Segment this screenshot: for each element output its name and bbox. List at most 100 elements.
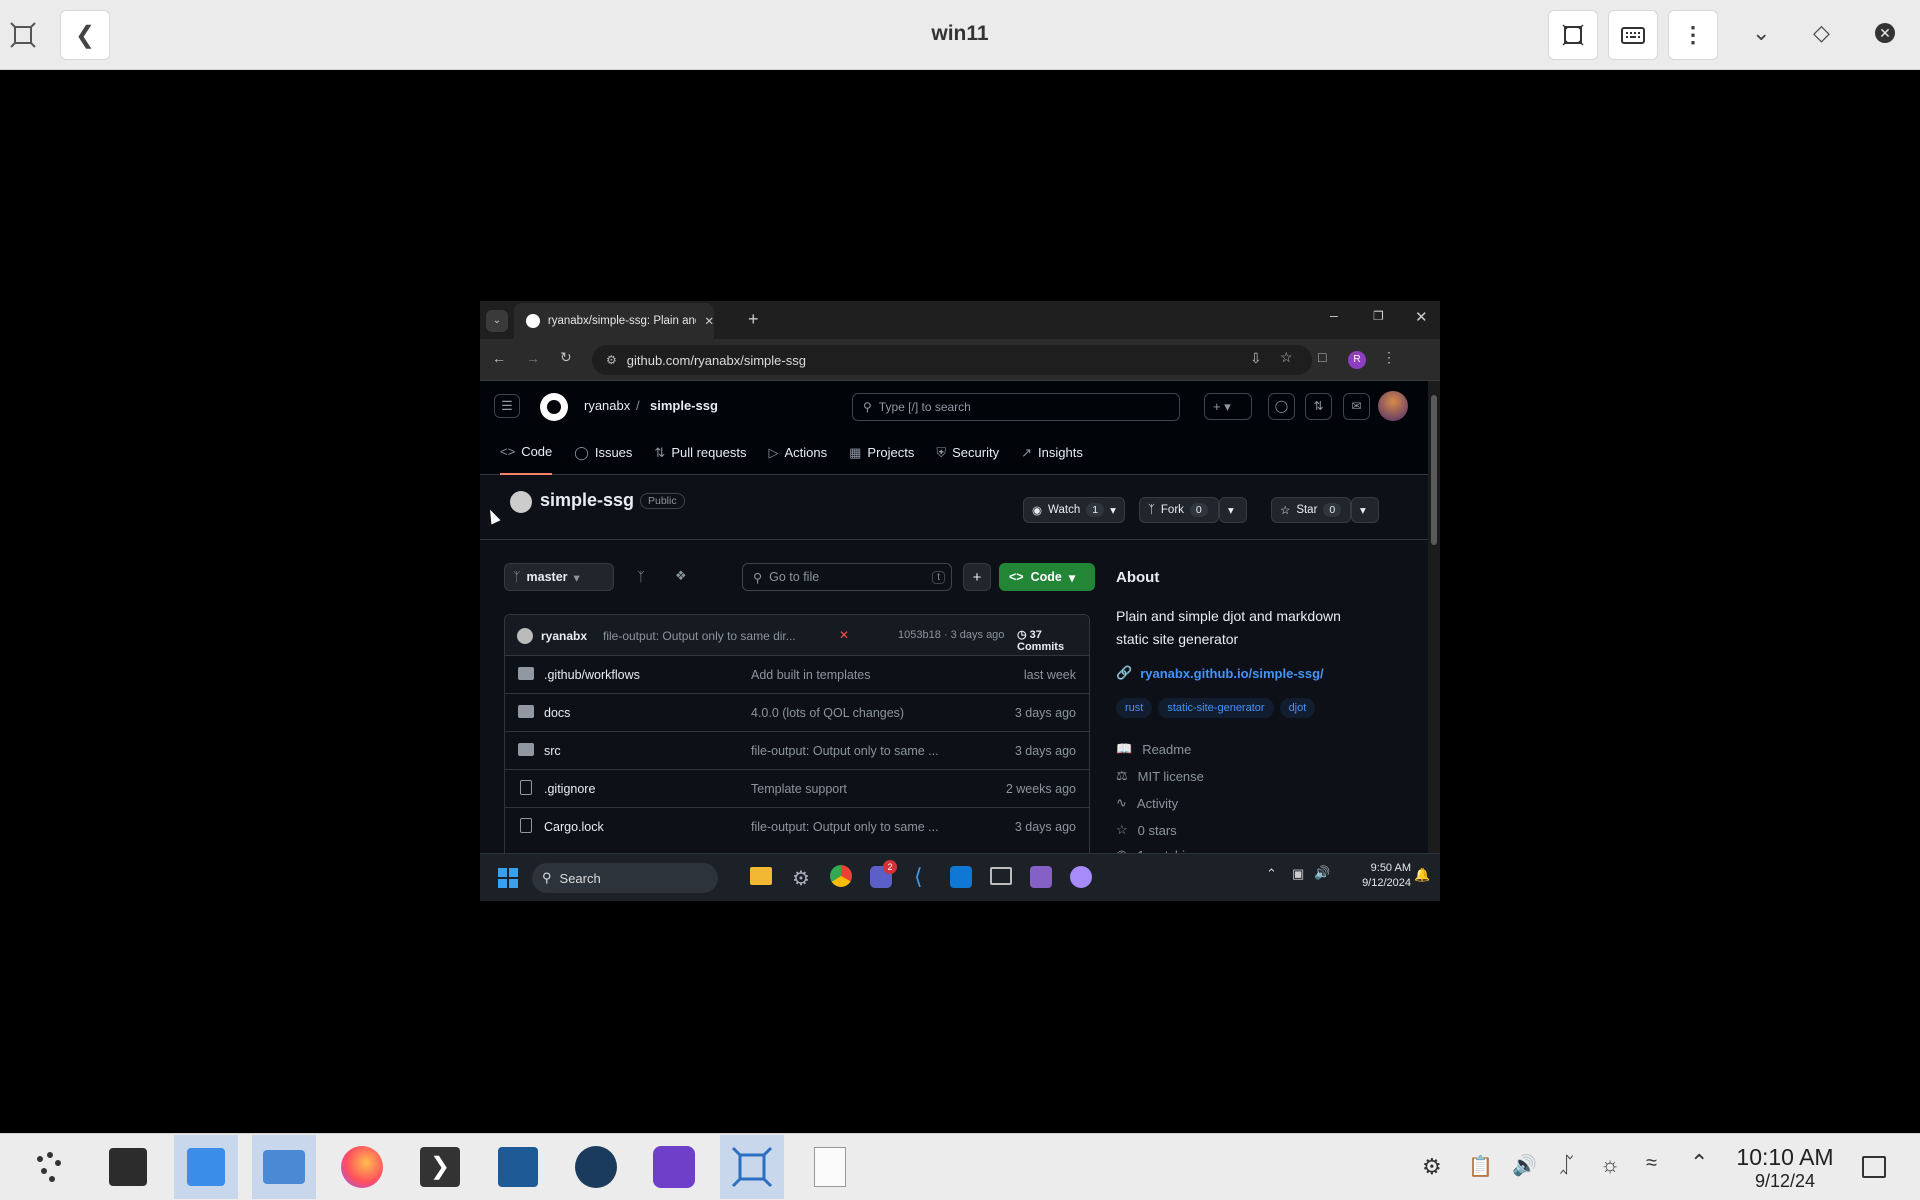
extensions-icon[interactable]: □ xyxy=(1318,349,1326,365)
code-button[interactable]: <> Code ▾ xyxy=(999,563,1095,591)
repo-link[interactable]: simple-ssg xyxy=(650,398,718,413)
readme-link[interactable]: 📖 Readme xyxy=(1116,741,1191,757)
file-commit-message[interactable]: Add built in templates xyxy=(751,668,871,682)
windows-start-icon[interactable] xyxy=(498,868,518,888)
commit-author[interactable]: ryanabx xyxy=(541,629,587,643)
tray-chevron-icon[interactable]: ⌃ xyxy=(1690,1150,1708,1176)
remote-viewer-icon[interactable] xyxy=(720,1135,784,1199)
volume-icon[interactable]: 🔊 xyxy=(1314,865,1330,881)
hamburger-icon[interactable]: ☰ xyxy=(494,394,520,418)
file-name[interactable]: src xyxy=(544,744,561,758)
tab-code[interactable]: <> Code xyxy=(500,431,553,475)
clipboard-icon[interactable]: 📋 xyxy=(1468,1154,1493,1179)
volume-icon[interactable]: 🔊 xyxy=(1512,1153,1537,1178)
settings-app-icon[interactable] xyxy=(96,1135,160,1199)
minimize-icon[interactable]: – xyxy=(1330,307,1338,323)
tab-projects[interactable]: ▦ Projects xyxy=(849,431,914,475)
bluetooth-icon[interactable]: ᛢ xyxy=(1560,1152,1573,1178)
tab-issues[interactable]: ◯ Issues xyxy=(574,431,632,475)
go-to-file-input[interactable]: ⚲ Go to file t xyxy=(742,563,952,591)
github-logo-icon[interactable] xyxy=(540,393,568,421)
keyboard-button[interactable] xyxy=(1608,10,1658,60)
nav-back-icon[interactable]: ← xyxy=(492,350,506,366)
add-file-button[interactable]: + xyxy=(963,563,991,591)
inbox-icon[interactable]: ✉ xyxy=(1343,393,1370,420)
commit-status-icon[interactable]: ✕ xyxy=(839,628,849,642)
github-desktop-icon[interactable] xyxy=(1070,866,1092,888)
file-name[interactable]: docs xyxy=(544,706,570,720)
vscode-icon[interactable]: ⟨ xyxy=(914,864,923,890)
profile-avatar[interactable]: R xyxy=(1348,351,1366,369)
taskbar-search[interactable]: ⚲ Search xyxy=(532,863,718,893)
pull-requests-icon[interactable]: ⇅ xyxy=(1305,393,1332,420)
window-close-icon[interactable]: ✕ xyxy=(1415,308,1428,326)
steam-icon[interactable] xyxy=(564,1135,628,1199)
host-time[interactable]: 10:10 AM xyxy=(1730,1144,1840,1171)
watch-button[interactable]: ◉ Watch 1 ▾ xyxy=(1023,497,1125,523)
tray-chevron-icon[interactable]: ⌃ xyxy=(1266,866,1277,882)
brightness-icon[interactable]: ☼ xyxy=(1600,1152,1620,1178)
taskbar-date[interactable]: 9/12/2024 xyxy=(1343,877,1411,889)
tab-pull-requests[interactable]: ⇅ Pull requests xyxy=(654,431,746,475)
tab-search-icon[interactable]: ⌄ xyxy=(486,310,508,332)
github-app-icon[interactable] xyxy=(642,1135,706,1199)
commit-hash[interactable]: 1053b18 · 3 days ago xyxy=(898,629,1004,641)
chevron-down-icon[interactable]: ⌄ xyxy=(1752,20,1770,46)
firefox-icon[interactable] xyxy=(330,1135,394,1199)
repo-title[interactable]: simple-ssg xyxy=(540,490,634,511)
file-manager-icon[interactable] xyxy=(252,1135,316,1199)
stars-link[interactable]: ☆ 0 stars xyxy=(1116,822,1177,838)
license-link[interactable]: ⚖ MIT license xyxy=(1116,768,1204,784)
activity-link[interactable]: ∿ Activity xyxy=(1116,795,1178,811)
branches-icon[interactable]: ᛉ xyxy=(637,569,645,584)
reload-icon[interactable]: ↻ xyxy=(560,349,572,366)
install-icon[interactable]: ⇩ xyxy=(1250,350,1262,367)
tab-insights[interactable]: ↗ Insights xyxy=(1021,431,1083,475)
bookmark-star-icon[interactable]: ☆ xyxy=(1280,349,1293,366)
star-dropdown[interactable]: ▾ xyxy=(1351,497,1379,523)
file-commit-message[interactable]: file-output: Output only to same ... xyxy=(751,744,939,758)
table-row[interactable]: Cargo.lock file-output: Output only to sa… xyxy=(504,807,1090,845)
app-launcher-icon[interactable] xyxy=(18,1135,82,1199)
host-date[interactable]: 9/12/24 xyxy=(1730,1171,1840,1192)
star-button[interactable]: ☆ Star 0 xyxy=(1271,497,1351,523)
table-row[interactable]: docs 4.0.0 (lots of QOL changes) 3 days ag… xyxy=(504,693,1090,731)
user-avatar[interactable] xyxy=(1378,391,1408,421)
file-name[interactable]: .gitignore xyxy=(544,782,595,796)
vscode-app-icon[interactable] xyxy=(486,1135,550,1199)
commit-message[interactable]: file-output: Output only to same dir... xyxy=(603,629,796,643)
browser-menu-icon[interactable]: ⋮ xyxy=(1382,349,1396,366)
scrollbar[interactable] xyxy=(1428,381,1440,853)
nav-forward-icon[interactable]: → xyxy=(526,350,540,366)
table-row[interactable]: src file-output: Output only to same ... 3… xyxy=(504,731,1090,769)
store-app-icon[interactable] xyxy=(174,1135,238,1199)
outlook-icon[interactable] xyxy=(950,866,972,888)
topic-tag[interactable]: static-site-generator xyxy=(1158,698,1274,718)
bell-icon[interactable]: 🔔 xyxy=(1414,867,1430,883)
network-icon[interactable]: ▣ xyxy=(1292,866,1304,882)
screen-button[interactable] xyxy=(1548,10,1598,60)
tab-security[interactable]: ⛨ Security xyxy=(936,431,999,475)
kebab-button[interactable]: ⋮ xyxy=(1668,10,1718,60)
text-editor-icon[interactable] xyxy=(798,1135,862,1199)
address-bar[interactable]: ⚙ github.com/ryanabx/simple-ssg xyxy=(592,345,1312,375)
tab-close-icon[interactable]: ✕ xyxy=(704,314,714,328)
create-new-button[interactable]: + ▾ xyxy=(1204,393,1252,420)
taskbar-time[interactable]: 9:50 AM xyxy=(1353,862,1411,874)
file-commit-message[interactable]: file-output: Output only to same ... xyxy=(751,820,939,834)
owner-link[interactable]: ryanabx xyxy=(584,398,630,413)
show-desktop-icon[interactable] xyxy=(1862,1156,1886,1178)
tab-actions[interactable]: ▷ Actions xyxy=(768,431,827,475)
settings-gear-icon[interactable]: ⚙ xyxy=(792,866,810,891)
issues-icon[interactable]: ◯ xyxy=(1268,393,1295,420)
file-explorer-icon[interactable] xyxy=(750,867,772,885)
branch-selector[interactable]: ᛉ master ▾ xyxy=(504,563,614,591)
scrollbar-thumb[interactable] xyxy=(1431,395,1437,545)
search-input[interactable]: ⚲ Type [/] to search xyxy=(852,393,1180,421)
homepage-link[interactable]: 🔗 ryanabx.github.io/simple-ssg/ xyxy=(1116,665,1324,681)
table-row[interactable]: .github/workflows Add built in templates l… xyxy=(504,655,1090,693)
browser-tab[interactable]: ryanabx/simple-ssg: Plain and s ✕ xyxy=(514,303,714,339)
fork-button[interactable]: ᛉ Fork 0 xyxy=(1139,497,1219,523)
topic-tag[interactable]: djot xyxy=(1279,698,1316,718)
wifi-icon[interactable]: ≈ xyxy=(1646,1152,1657,1175)
